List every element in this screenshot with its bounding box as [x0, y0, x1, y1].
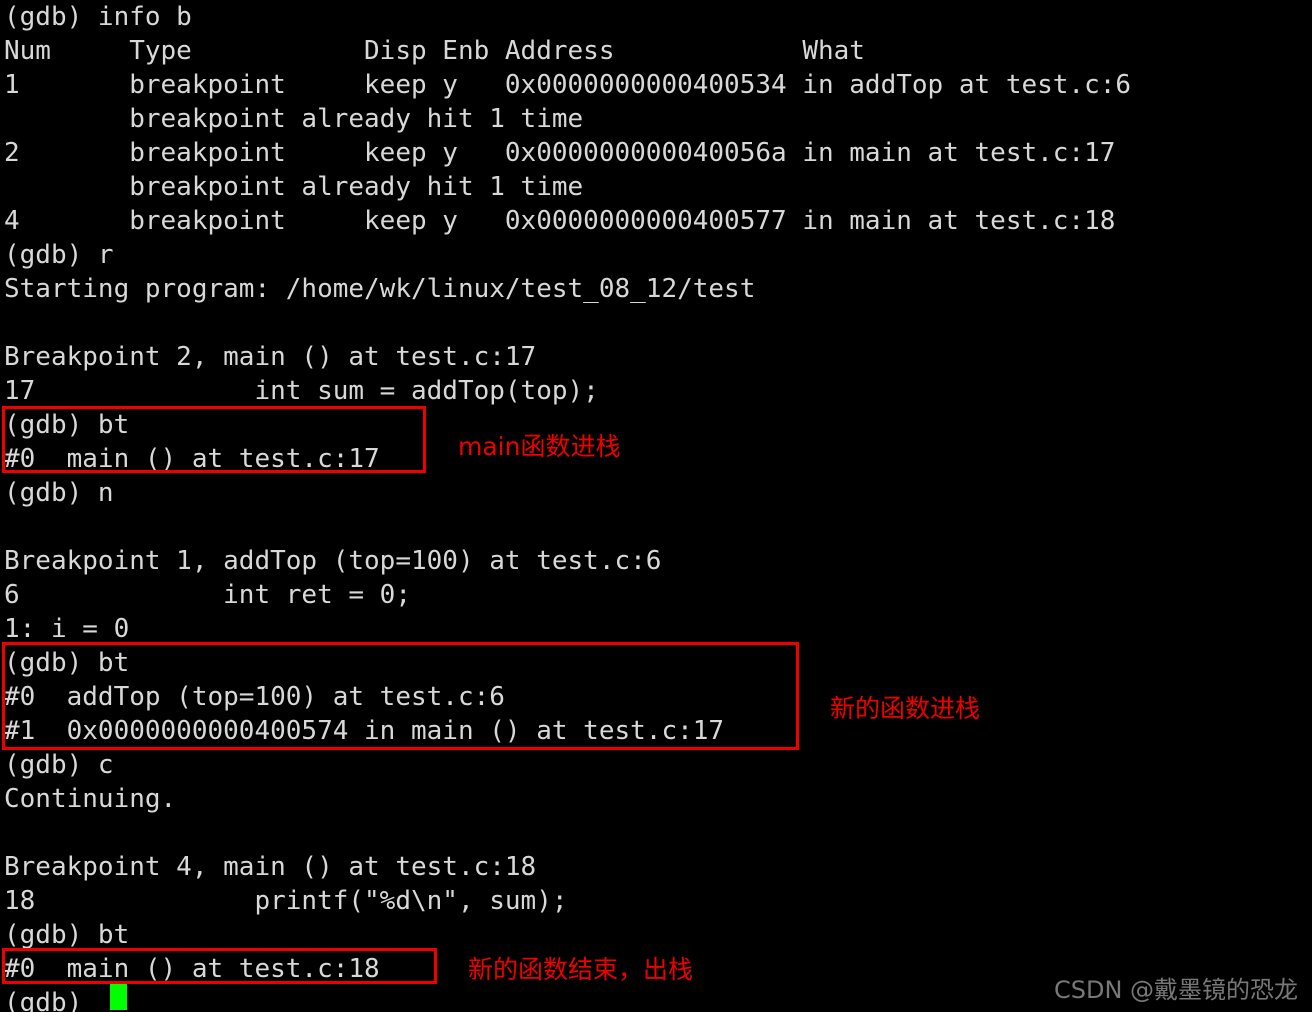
terminal-line: 2 breakpoint keep y 0x000000000040056a i… — [4, 138, 1116, 168]
terminal-line: 1: i = 0 — [4, 614, 130, 644]
terminal-line: breakpoint already hit 1 time — [4, 104, 584, 134]
terminal-line: Continuing. — [4, 784, 177, 814]
terminal-line: (gdb) n — [4, 478, 114, 508]
annotation-frame-pop: 新的函数结束，出栈 — [468, 955, 694, 984]
terminal-line: 1 breakpoint keep y 0x0000000000400534 i… — [4, 70, 1132, 100]
csdn-watermark: CSDN @戴墨镜的恐龙 — [1054, 976, 1299, 1004]
terminal-line: 18 printf("%d\n", sum); — [4, 886, 568, 916]
terminal-line: Breakpoint 1, addTop (top=100) at test.c… — [4, 546, 662, 576]
terminal-line: Breakpoint 4, main () at test.c:18 — [4, 852, 537, 882]
terminal-line: (gdb) bt — [4, 648, 130, 678]
terminal-line: Num Type Disp Enb Address What — [4, 36, 865, 66]
terminal-line: #0 main () at test.c:17 — [4, 444, 380, 474]
terminal-screen: (gdb) info b Num Type Disp Enb Address W… — [0, 0, 1312, 1012]
terminal-cursor — [110, 984, 127, 1010]
terminal-line: (gdb) r — [4, 240, 114, 270]
terminal-line: Breakpoint 2, main () at test.c:17 — [4, 342, 537, 372]
terminal-line: breakpoint already hit 1 time — [4, 172, 584, 202]
terminal-line: (gdb) bt — [4, 920, 130, 950]
terminal-line: (gdb) bt — [4, 410, 130, 440]
terminal-line: 6 int ret = 0; — [4, 580, 411, 610]
terminal-line: 17 int sum = addTop(top); — [4, 376, 599, 406]
terminal-line: #1 0x0000000000400574 in main () at test… — [4, 716, 725, 746]
annotation-main-frame-push: main函数进栈 — [458, 432, 621, 461]
terminal-line: (gdb) c — [4, 750, 114, 780]
annotation-new-frame-push: 新的函数进栈 — [830, 694, 981, 723]
terminal-line: (gdb) info b — [4, 2, 192, 32]
terminal-line: 4 breakpoint keep y 0x0000000000400577 i… — [4, 206, 1116, 236]
gdb-terminal-output[interactable]: (gdb) info b Num Type Disp Enb Address W… — [0, 0, 1312, 1012]
terminal-line: Starting program: /home/wk/linux/test_08… — [4, 274, 756, 304]
terminal-line: #0 addTop (top=100) at test.c:6 — [4, 682, 505, 712]
